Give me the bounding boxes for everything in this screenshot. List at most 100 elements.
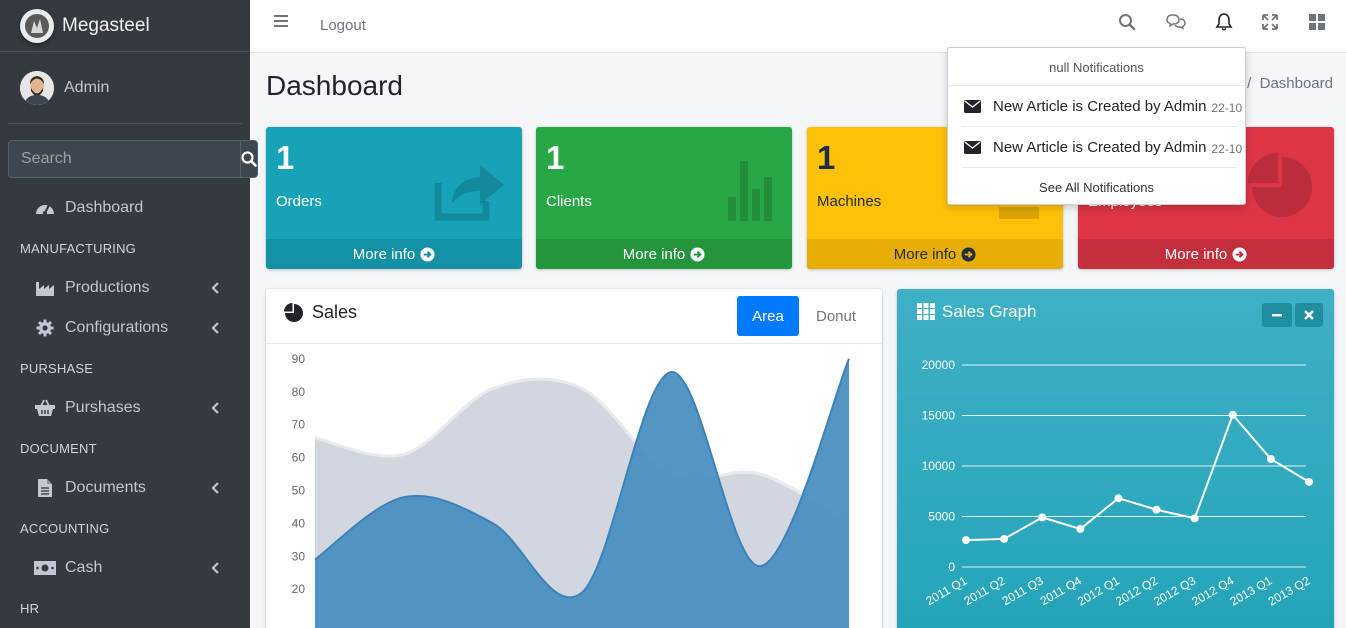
machines-label: Machines [817,193,882,210]
x-tick-label: 2011 Q4 [1038,573,1084,608]
x-tick-label: 2013 Q1 [1228,573,1275,608]
sales-line-series [965,412,1310,542]
y-tick-label: 20000 [922,358,956,372]
sidebar-search-input[interactable] [8,140,240,178]
x-tick-label: 2012 Q4 [1189,573,1236,608]
minus-icon [1272,314,1282,317]
sales-graph-card: Sales Graph 0 5000 10000 15000 20000 2011 Q1 2… [897,289,1334,628]
user-name[interactable]: Admin [64,79,109,97]
avatar [20,70,54,105]
orders-label: Orders [276,193,322,210]
sidebar-item-cash[interactable]: Cash [8,548,242,588]
nav-header-hr: HR [20,601,40,616]
remove-button[interactable] [1295,303,1323,327]
data-point [962,536,970,545]
notification-item[interactable]: New Article is Created by Admin 22-10 [948,86,1245,127]
sidebar-item-label: Configurations [65,319,169,336]
tab-area[interactable]: Area [737,296,799,336]
chevron-left-icon [211,282,219,294]
notifications-dropdown: null Notifications New Article is Create… [947,47,1246,205]
orders-count: 1 [276,139,295,176]
brand-logo-icon [20,8,54,43]
file-icon [34,478,56,498]
sidebar-item-configurations[interactable]: Configurations [8,308,242,348]
sidebar-item-label: Purshases [65,399,141,416]
envelope-icon [964,141,981,154]
sidebar-item-label: Dashboard [65,199,144,216]
brand-name: Megasteel [62,14,150,36]
nav-header-document: DOCUMENT [20,441,97,456]
chevron-left-icon [211,482,219,494]
sidebar-search-button[interactable] [240,140,258,178]
sidebar-nav: Dashboard MANUFACTURING Productions Configu… [0,188,250,628]
bell-icon[interactable] [1212,11,1236,33]
sales-graph-title: Sales Graph [942,302,1037,321]
x-tick-label: 2011 Q1 [923,573,969,608]
y-tick-label: 10000 [922,459,956,473]
pie-chart-icon [284,303,303,322]
close-icon [1304,310,1314,320]
see-all-notifications-link[interactable]: See All Notifications [948,168,1245,195]
employees-more-info-label: More info [1164,245,1228,263]
clients-count: 1 [546,139,565,176]
arrow-circle-right-icon [690,246,705,262]
arrow-circle-right-icon [420,246,435,262]
orders-more-info-label: More info [352,245,416,263]
search-icon [241,151,257,167]
sales-line-chart: 050001000015000200002011 Q12011 Q22011 Q… [922,358,1313,609]
y-tick-label: 40 [292,516,306,530]
clients-more-info-link[interactable]: More info [536,239,792,269]
user-panel[interactable]: Admin [8,52,242,124]
notification-text: New Article is Created by Admin [993,98,1207,115]
data-point [1000,534,1009,543]
chevron-left-icon [211,402,219,414]
sales-card-title: Sales [312,302,358,322]
y-tick-label: 80 [292,385,306,399]
sidebar-item-productions[interactable]: Productions [8,268,242,308]
logout-link[interactable]: Logout [320,17,366,34]
machines-more-info-link[interactable]: More info [807,239,1063,269]
sidebar-item-dashboard[interactable]: Dashboard [8,188,242,228]
brand-link[interactable]: Megasteel [0,0,250,52]
apps-icon[interactable] [1305,11,1329,33]
breadcrumb-current: Dashboard [1259,75,1333,92]
breadcrumb: / Dashboard [1247,75,1333,92]
y-tick-label: 5000 [928,510,955,524]
collapse-button[interactable] [1262,303,1292,327]
sidebar: Megasteel Admin Dashboard MANUFACTURING Pr… [0,0,258,628]
basket-icon [34,398,56,418]
x-tick-label: 2012 Q2 [1113,573,1160,608]
tab-donut[interactable]: Donut [806,296,866,336]
search-icon[interactable] [1115,11,1139,33]
sidebar-item-label: Productions [65,279,150,296]
page-title: Dashboard [266,70,403,101]
y-tick-label: 50 [292,484,306,498]
orders-more-info-link[interactable]: More info [266,239,522,269]
nav-header-purshase: PURSHASE [20,361,94,376]
sidebar-item-label: Cash [65,559,103,576]
data-point [1266,455,1275,464]
menu-icon[interactable] [274,14,290,28]
breadcrumb-separator: / [1247,75,1252,92]
arrow-circle-right-icon [1232,246,1247,262]
sidebar-item-documents[interactable]: Documents [8,468,242,508]
notification-item[interactable]: New Article is Created by Admin 22-10 [948,127,1245,168]
clients-more-info-label: More info [622,245,686,263]
y-tick-label: 30 [292,549,306,563]
expand-icon[interactable] [1258,11,1282,33]
nav-header-manufacturing: MANUFACTURING [20,241,136,256]
employees-more-info-link[interactable]: More info [1078,239,1334,269]
chevron-left-icon [211,322,219,334]
sales-area-chart: 20 30 40 50 60 70 80 90 [292,352,850,628]
sidebar-item-purshases[interactable]: Purshases [8,388,242,428]
gear-icon [34,318,56,338]
clients-box: 1 Clients More info [536,127,792,269]
sidebar-item-label: Documents [65,479,146,496]
sales-card-header: Sales Area Donut [266,289,882,344]
orders-box: 1 Orders More info [266,127,522,269]
sidebar-search [8,140,258,178]
machines-count: 1 [817,139,836,176]
chat-icon[interactable] [1164,11,1188,33]
data-point [1152,505,1161,514]
top-navbar: Logout [250,0,1346,53]
